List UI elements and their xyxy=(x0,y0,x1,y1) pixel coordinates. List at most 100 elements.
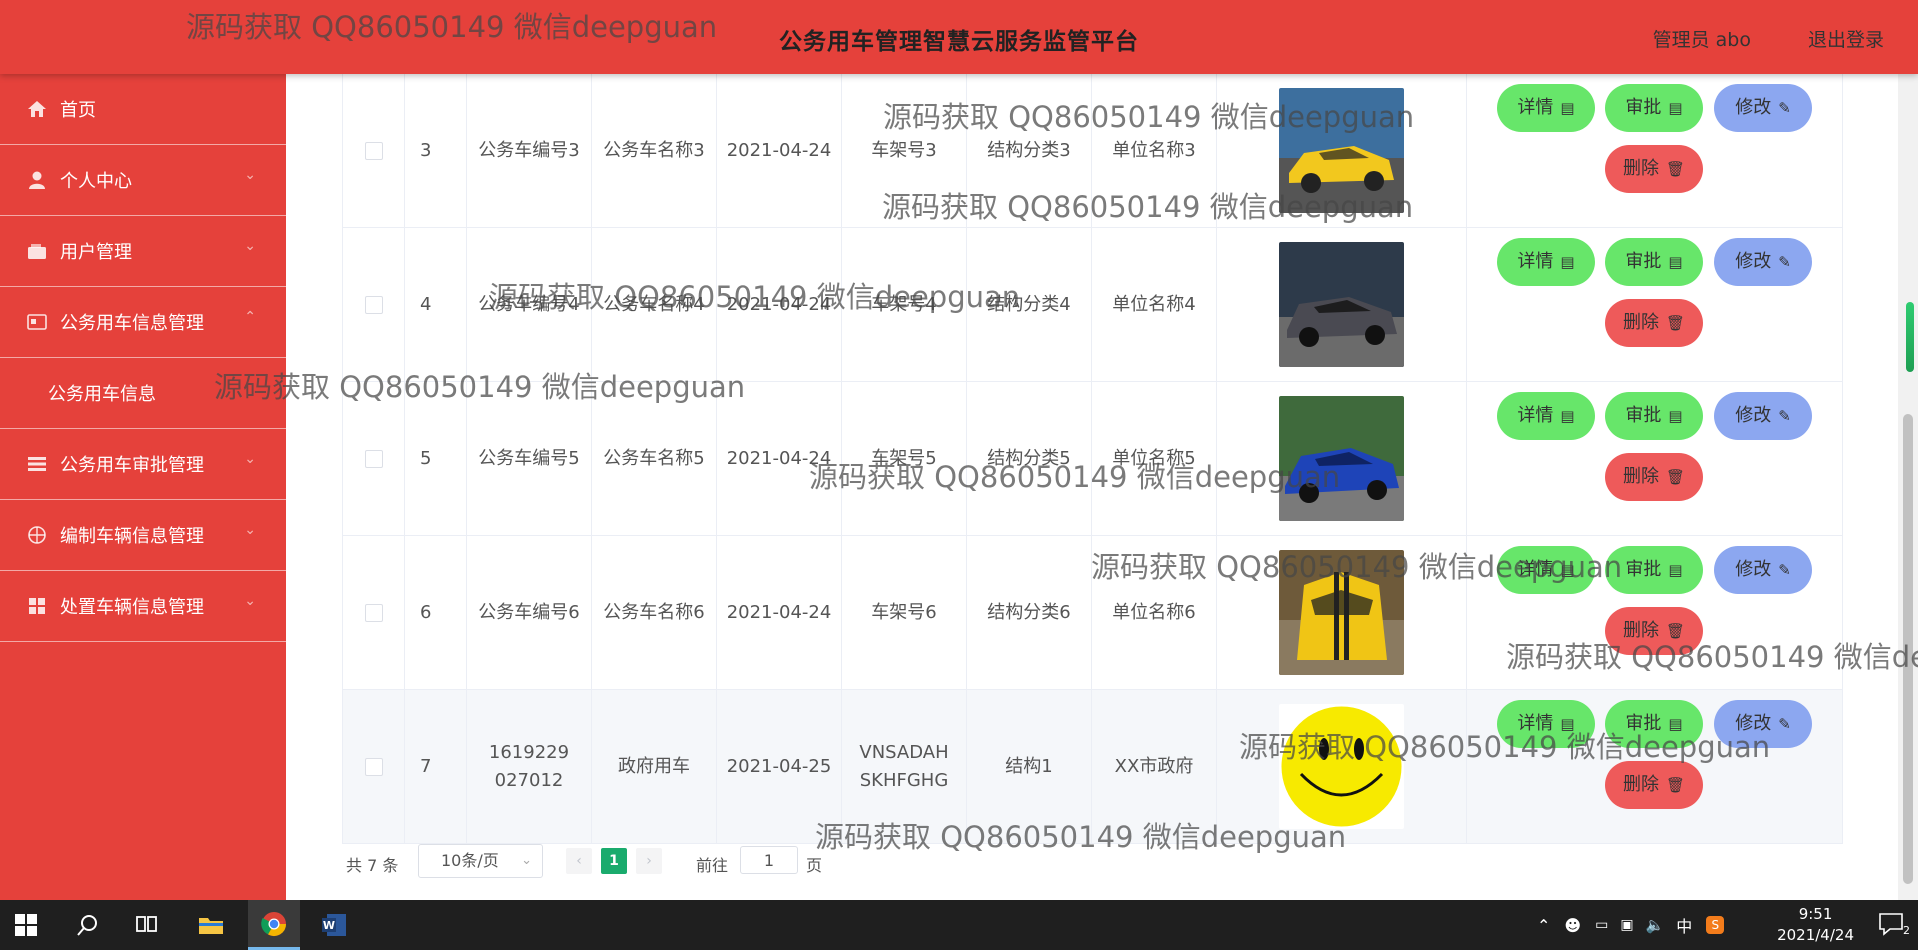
date-cell: 2021-04-24 xyxy=(717,536,842,689)
document-icon: ▤ xyxy=(1668,253,1683,271)
sogou-icon[interactable]: S xyxy=(1706,916,1725,934)
chevron-down-icon: ⌄ xyxy=(244,522,256,538)
qq-icon[interactable]: ☻ xyxy=(1564,916,1581,935)
table-row: 7 1619229027012 政府用车 2021-04-25 VNSADAHS… xyxy=(343,690,1843,844)
chevron-down-icon: ⌄ xyxy=(244,593,256,609)
sidebar-item-label: 编制车辆信息管理 xyxy=(60,526,204,547)
detail-button[interactable]: 详情 ▤ xyxy=(1497,84,1595,132)
edit-button[interactable]: 修改 ✎ xyxy=(1714,84,1812,132)
folder-icon xyxy=(199,918,223,934)
detail-button[interactable]: 详情 ▤ xyxy=(1497,392,1595,440)
delete-button[interactable]: 删除 🗑 xyxy=(1605,145,1703,193)
vehicle-table: 3 公务车编号3 公务车名称3 2021-04-24 车架号3 结构分类3 单位… xyxy=(342,74,1843,844)
vehicle-name-cell: 公务车名称5 xyxy=(592,382,717,535)
edit-button[interactable]: 修改 ✎ xyxy=(1714,546,1812,594)
chevron-up-icon: ⌃ xyxy=(244,309,256,325)
delete-button[interactable]: 删除 🗑 xyxy=(1605,607,1703,655)
scroll-thumb[interactable] xyxy=(1903,414,1913,884)
edit-button[interactable]: 修改 ✎ xyxy=(1714,392,1812,440)
sidebar-item-disposal-vehicles[interactable]: 处置车辆信息管理 ⌄ xyxy=(0,571,286,642)
approve-button[interactable]: 审批 ▤ xyxy=(1605,238,1703,286)
prev-page-button[interactable]: ‹ xyxy=(566,848,592,874)
row-checkbox[interactable] xyxy=(364,141,383,160)
goto-label: 前往 xyxy=(696,856,729,875)
chrome-button[interactable] xyxy=(248,900,300,950)
task-view-icon xyxy=(136,916,157,932)
sidebar-item-staffing-vehicles[interactable]: 编制车辆信息管理 ⌄ xyxy=(0,500,286,571)
classification-cell: 结构分类5 xyxy=(967,382,1092,535)
word-button[interactable]: W xyxy=(308,900,360,950)
user-icon xyxy=(26,170,48,190)
detail-button[interactable]: 详情 ▤ xyxy=(1497,546,1595,594)
sidebar-item-users[interactable]: 用户管理 ⌄ xyxy=(0,216,286,287)
start-button[interactable] xyxy=(0,900,52,950)
row-checkbox[interactable] xyxy=(364,295,383,314)
vehicle-image[interactable] xyxy=(1279,242,1404,367)
row-index: 6 xyxy=(405,536,467,689)
delete-button[interactable]: 删除 🗑 xyxy=(1605,453,1703,501)
page-number-button[interactable]: 1 xyxy=(601,848,627,874)
unit-cell: 单位名称5 xyxy=(1092,382,1217,535)
vehicle-image[interactable] xyxy=(1279,550,1404,675)
chevron-up-icon[interactable]: ⌃ xyxy=(1537,916,1550,935)
approve-button[interactable]: 审批 ▤ xyxy=(1605,84,1703,132)
edit-button[interactable]: 修改 ✎ xyxy=(1714,238,1812,286)
detail-button[interactable]: 详情 ▤ xyxy=(1497,700,1595,748)
compass-icon xyxy=(26,525,48,545)
sidebar-item-vehicle-info[interactable]: 公务用车信息管理 ⌃ xyxy=(0,287,286,358)
delete-button[interactable]: 删除 🗑 xyxy=(1605,761,1703,809)
sidebar-item-label: 首页 xyxy=(60,100,96,121)
page-size-select[interactable]: 10条/页 ⌄ xyxy=(418,844,543,878)
windows-icon xyxy=(15,914,37,936)
chevron-down-icon: ⌄ xyxy=(244,238,256,254)
sidebar-item-label: 处置车辆信息管理 xyxy=(60,597,204,618)
document-icon: ▤ xyxy=(1668,99,1683,117)
sidebar-item-profile[interactable]: 个人中心 ⌄ xyxy=(0,145,286,216)
submenu-item-vehicle-info[interactable]: 公务用车信息 xyxy=(0,358,286,429)
sidebar-item-home[interactable]: 首页 xyxy=(0,74,286,145)
network-icon[interactable]: ▣ xyxy=(1620,917,1633,933)
frame-no-cell: 车架号4 xyxy=(842,228,967,381)
next-page-button[interactable]: › xyxy=(636,848,662,874)
delete-button[interactable]: 删除 🗑 xyxy=(1605,299,1703,347)
taskbar-clock[interactable]: 9:51 2021/4/24 xyxy=(1777,904,1854,946)
trash-icon: 🗑 xyxy=(1665,622,1686,640)
trash-icon: 🗑 xyxy=(1665,160,1686,178)
approve-button[interactable]: 审批 ▤ xyxy=(1605,546,1703,594)
sidebar-item-approval[interactable]: 公务用车审批管理 ⌄ xyxy=(0,429,286,500)
approve-button[interactable]: 审批 ▤ xyxy=(1605,392,1703,440)
frame-no-cell: VNSADAHSKHFGHG xyxy=(842,690,967,843)
vehicle-name-cell: 公务车名称4 xyxy=(592,228,717,381)
vertical-scrollbar[interactable] xyxy=(1898,74,1918,900)
date-cell: 2021-04-25 xyxy=(717,690,842,843)
date-cell: 2021-04-24 xyxy=(717,74,842,227)
vehicle-image[interactable] xyxy=(1279,704,1404,829)
row-checkbox[interactable] xyxy=(364,449,383,468)
page-title: 公务用车管理智慧云服务监管平台 xyxy=(779,29,1139,55)
row-checkbox[interactable] xyxy=(364,603,383,622)
vehicle-image[interactable] xyxy=(1279,88,1404,213)
row-checkbox[interactable] xyxy=(364,757,383,776)
search-button[interactable] xyxy=(62,900,114,950)
file-explorer-button[interactable] xyxy=(185,900,237,950)
vehicle-image[interactable] xyxy=(1279,396,1404,521)
detail-button[interactable]: 详情 ▤ xyxy=(1497,238,1595,286)
list-icon xyxy=(26,454,48,474)
table-row: 4 公务车编号4 公务车名称4 2021-04-24 车架号4 结构分类4 单位… xyxy=(343,228,1843,382)
table-row: 3 公务车编号3 公务车名称3 2021-04-24 车架号3 结构分类3 单位… xyxy=(343,74,1843,228)
approve-button[interactable]: 审批 ▤ xyxy=(1605,700,1703,748)
frame-no-cell: 车架号6 xyxy=(842,536,967,689)
volume-icon[interactable]: 🔈 xyxy=(1646,916,1665,934)
table-row: 5 公务车编号5 公务车名称5 2021-04-24 车架号5 结构分类5 单位… xyxy=(343,382,1843,536)
goto-page-input[interactable] xyxy=(740,846,798,874)
logout-button[interactable]: 退出登录 xyxy=(1808,25,1884,52)
frame-no-cell: 车架号5 xyxy=(842,382,967,535)
battery-icon[interactable]: ▭ xyxy=(1595,917,1608,933)
ime-indicator[interactable]: 中 xyxy=(1676,913,1692,937)
pencil-icon: ✎ xyxy=(1778,715,1791,733)
edit-button[interactable]: 修改 ✎ xyxy=(1714,700,1812,748)
task-view-button[interactable] xyxy=(121,900,173,950)
sidebar-item-label: 个人中心 xyxy=(60,171,132,192)
row-index: 4 xyxy=(405,228,467,381)
classification-cell: 结构分类4 xyxy=(967,228,1092,381)
